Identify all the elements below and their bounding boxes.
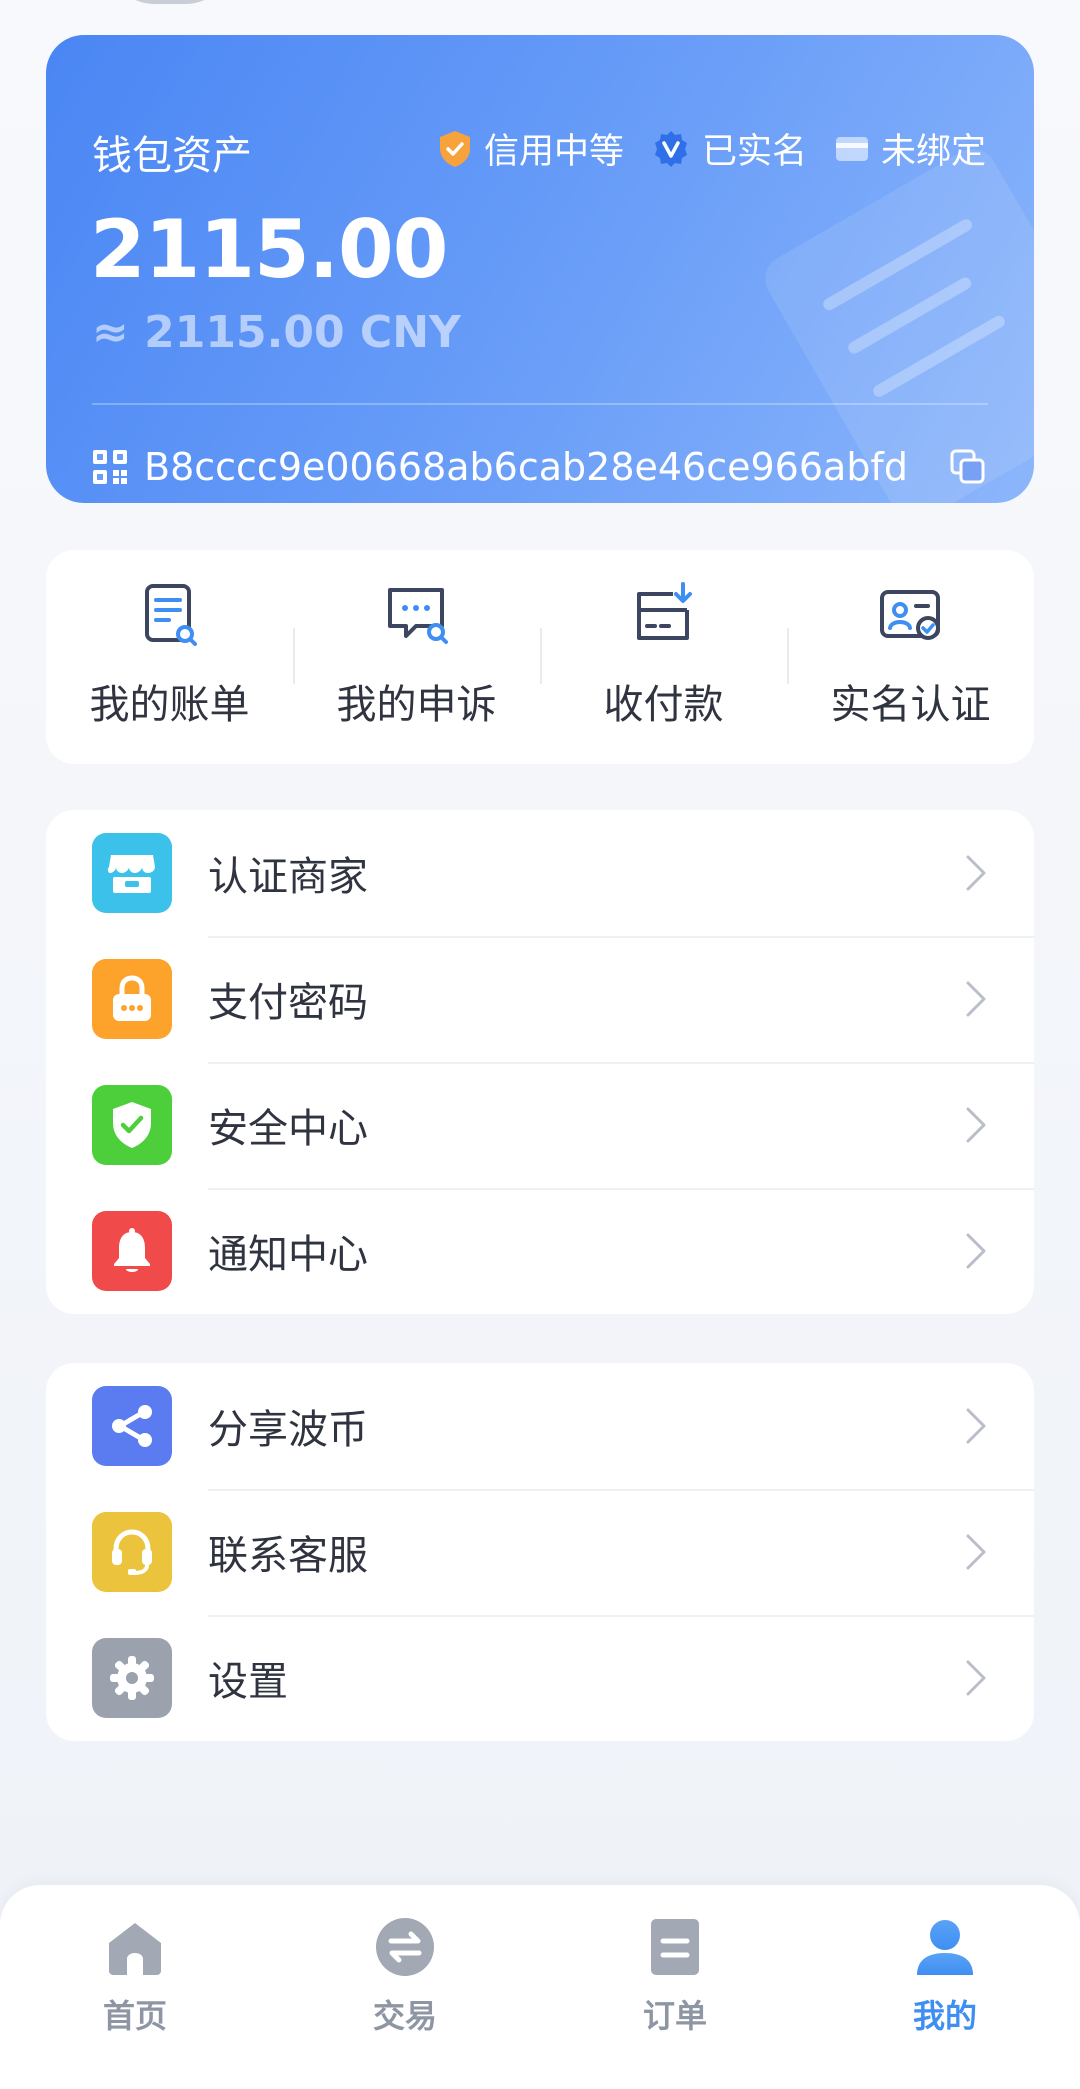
quick-action-receive-pay[interactable]: 收付款 (540, 550, 787, 764)
wallet-card: 钱包资产 信用中等 已实名 未绑定 2115.00 ≈ 2115.00 CNY … (46, 35, 1034, 503)
home-icon (109, 1923, 161, 1975)
verified-badge-label: 已实名 (701, 132, 807, 172)
headset-icon (92, 1512, 172, 1592)
tab-trade[interactable]: 交易 (270, 1885, 540, 2089)
bill-search-icon (144, 584, 197, 646)
gear-icon (92, 1638, 172, 1718)
menu-group-support: 分享波币 联系客服 设置 (46, 1363, 1034, 1741)
chevron-right-icon (966, 1408, 986, 1444)
menu-item-label: 安全中心 (208, 1106, 368, 1152)
shield-icon (439, 130, 470, 167)
qrcode-icon[interactable] (92, 449, 128, 485)
exchange-icon (376, 1918, 434, 1976)
chevron-right-icon (966, 1233, 986, 1269)
profile-page: 钱包资产 信用中等 已实名 未绑定 2115.00 ≈ 2115.00 CNY … (0, 0, 1080, 2089)
copy-icon[interactable] (948, 447, 988, 487)
chat-search-icon (387, 588, 448, 644)
menu-item-label: 设置 (208, 1659, 288, 1705)
order-icon (651, 1919, 699, 1975)
tab-orders[interactable]: 订单 (540, 1885, 810, 2089)
bell-icon (92, 1211, 172, 1291)
tab-label: 订单 (642, 1997, 707, 2035)
quick-action-label: 收付款 (603, 682, 724, 728)
chevron-right-icon (966, 981, 986, 1017)
chevron-right-icon (966, 1107, 986, 1143)
shield-check-icon (92, 1085, 172, 1165)
id-card-check-icon (879, 590, 940, 640)
wallet-divider (92, 403, 988, 405)
menu-group-account: 认证商家 支付密码 安全中心 通知中心 (46, 810, 1034, 1314)
menu-item-label: 支付密码 (208, 980, 368, 1026)
quick-actions: 我的账单 我的申诉 收付款 实名认证 (46, 550, 1034, 764)
menu-item-label: 联系客服 (208, 1533, 368, 1579)
wallet-balance: 2115.00 (90, 203, 448, 296)
card-badge[interactable]: 未绑定 (835, 123, 986, 174)
tab-label: 我的 (912, 1997, 977, 2035)
menu-item-notifications[interactable]: 通知中心 (46, 1188, 1034, 1314)
quick-action-bills[interactable]: 我的账单 (46, 550, 293, 764)
tab-label: 首页 (102, 1997, 167, 2035)
card-badge-label: 未绑定 (880, 132, 986, 172)
bottom-tab-bar: 首页 交易 订单 我的 (0, 1885, 1080, 2089)
menu-item-label: 认证商家 (208, 854, 368, 900)
store-icon (92, 833, 172, 913)
quick-action-label: 实名认证 (830, 682, 991, 728)
menu-item-security[interactable]: 安全中心 (46, 1062, 1034, 1188)
tab-mine[interactable]: 我的 (810, 1885, 1080, 2089)
menu-item-label: 通知中心 (208, 1232, 368, 1278)
chevron-right-icon (966, 855, 986, 891)
tab-home[interactable]: 首页 (0, 1885, 270, 2089)
quick-action-label: 我的账单 (89, 682, 250, 728)
avatar[interactable] (110, 0, 230, 4)
chevron-right-icon (966, 1534, 986, 1570)
credit-badge-label: 信用中等 (483, 132, 624, 172)
menu-item-share[interactable]: 分享波币 (46, 1363, 1034, 1489)
user-icon (917, 1920, 973, 1975)
quick-action-appeals[interactable]: 我的申诉 (293, 550, 540, 764)
receive-pay-icon (636, 582, 692, 640)
wallet-balance-cny: ≈ 2115.00 CNY (92, 307, 461, 358)
bank-card-icon (835, 136, 868, 161)
menu-item-label: 分享波币 (208, 1407, 368, 1453)
share-icon (92, 1386, 172, 1466)
wallet-address: B8cccc9e00668ab6cab28e46ce966abfd (144, 445, 908, 489)
verified-badge[interactable]: 已实名 (652, 123, 807, 174)
chevron-right-icon (966, 1660, 986, 1696)
lock-icon (92, 959, 172, 1039)
menu-item-merchant[interactable]: 认证商家 (46, 810, 1034, 936)
wallet-badges: 信用中等 已实名 未绑定 (438, 123, 986, 174)
quick-action-real-name[interactable]: 实名认证 (787, 550, 1034, 764)
menu-item-customer-service[interactable]: 联系客服 (46, 1489, 1034, 1615)
menu-item-settings[interactable]: 设置 (46, 1615, 1034, 1741)
wallet-address-row: B8cccc9e00668ab6cab28e46ce966abfd (92, 445, 988, 489)
quick-action-label: 我的申诉 (336, 682, 497, 728)
tab-label: 交易 (372, 1997, 437, 2035)
wallet-title: 钱包资产 (92, 133, 252, 179)
menu-item-pay-password[interactable]: 支付密码 (46, 936, 1034, 1062)
credit-badge[interactable]: 信用中等 (438, 123, 624, 174)
verified-v-icon (654, 130, 687, 167)
